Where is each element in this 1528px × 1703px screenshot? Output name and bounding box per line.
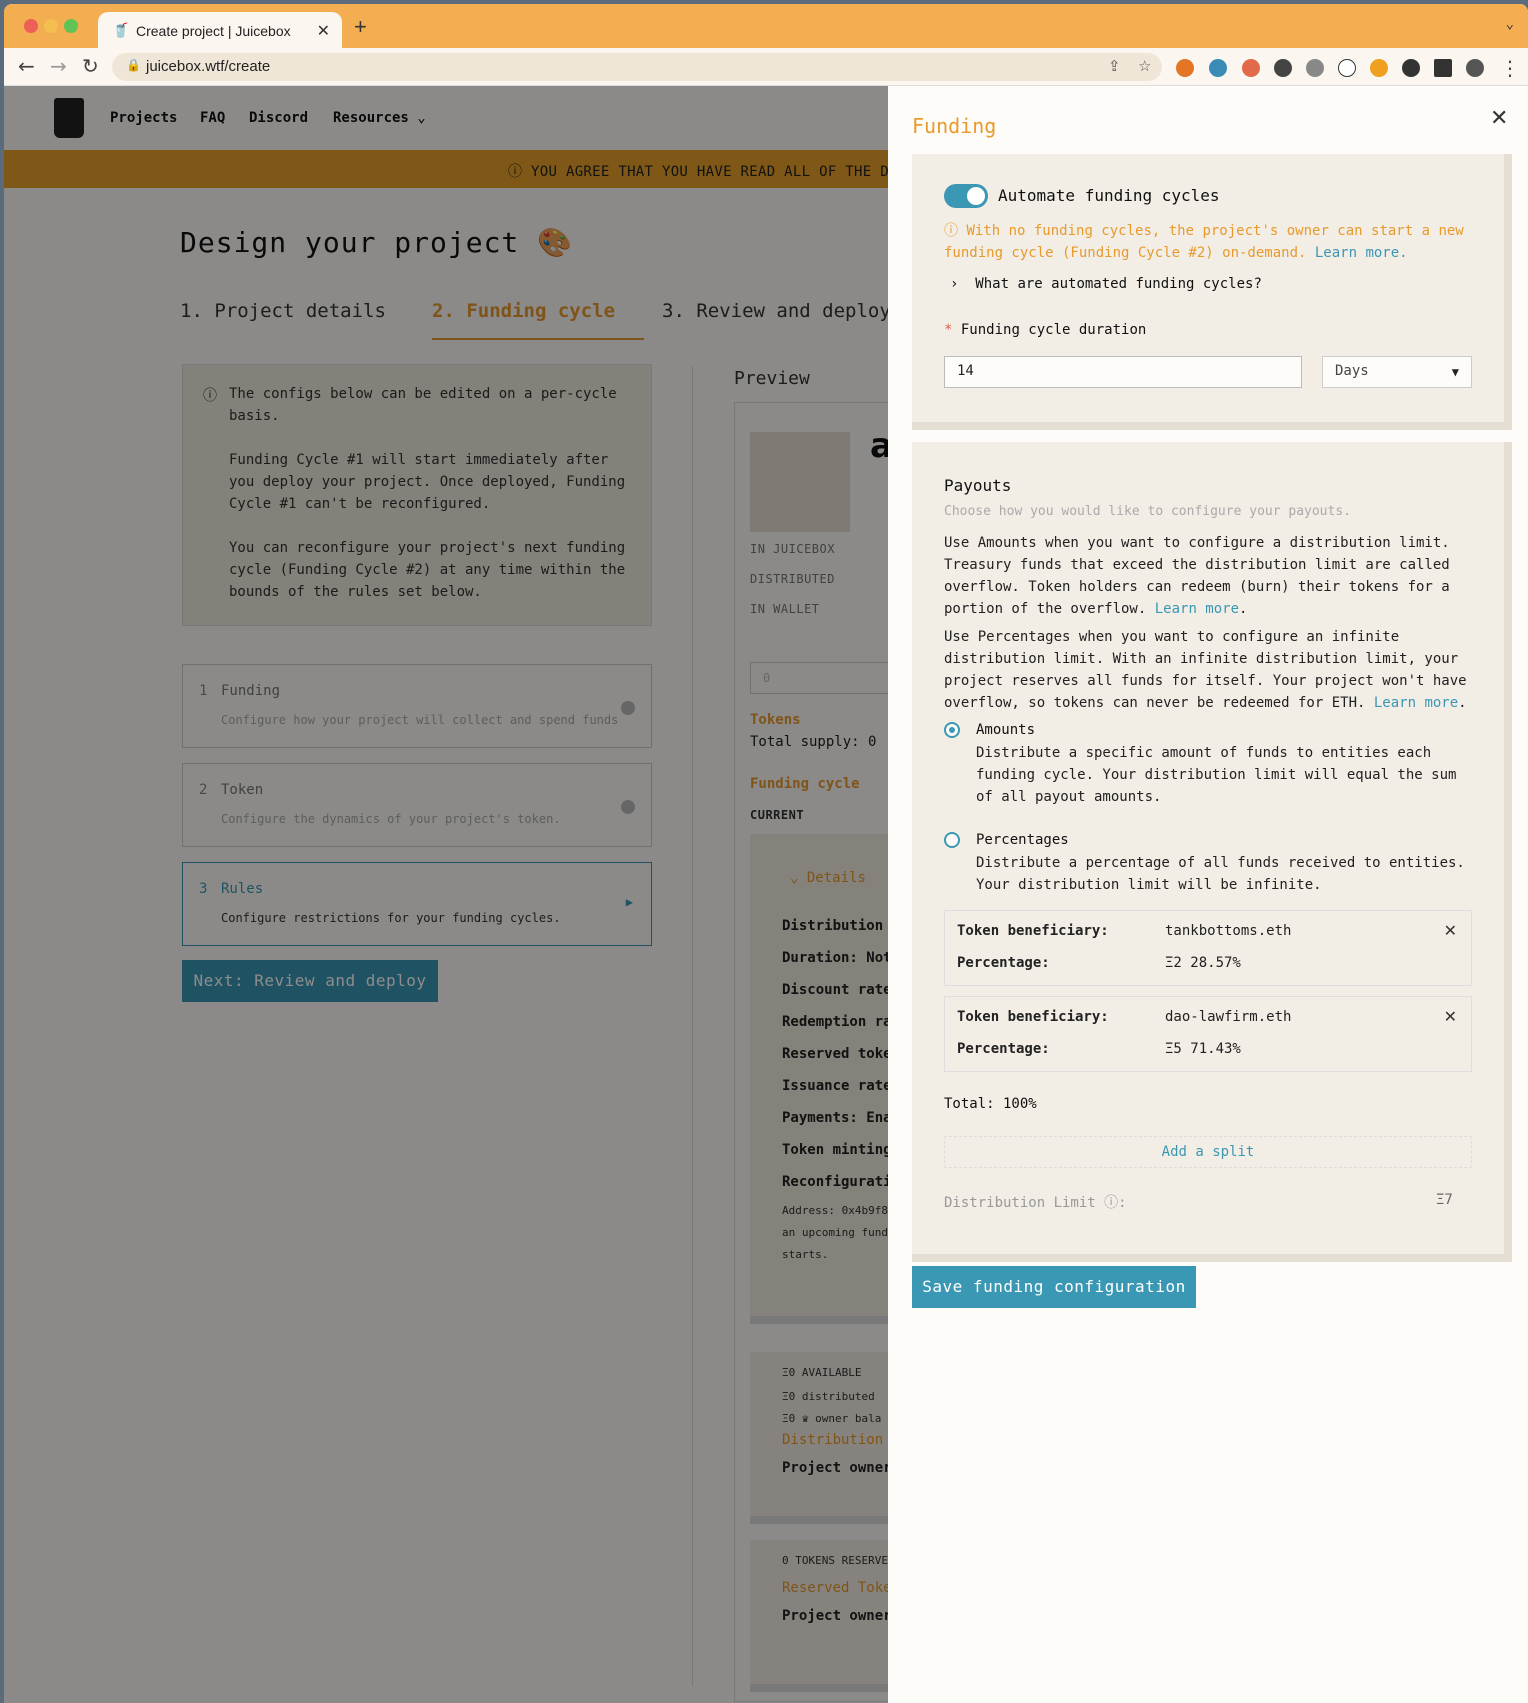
payouts-title: Payouts [944, 476, 1012, 495]
percentages-option-label: Percentages [976, 832, 1069, 848]
automate-panel: Automate funding cycles ⓘ With no fundin… [912, 154, 1512, 430]
split-item[interactable]: Token beneficiary: dao-lawfirm.eth Perce… [944, 996, 1472, 1072]
learn-more-link[interactable]: Learn more. [1315, 245, 1408, 261]
lock-icon: 🔒 [126, 58, 141, 72]
add-split-button[interactable]: Add a split [944, 1136, 1472, 1168]
splits-total: Total: 100% [944, 1096, 1037, 1112]
percentages-option-desc: Distribute a percentage of all funds rec… [976, 855, 1465, 893]
chevron-right-icon: › [950, 276, 959, 292]
percentage-label: Percentage: [957, 955, 1050, 971]
percentage-value: Ξ2 28.57% [1165, 955, 1241, 971]
amounts-option-label: Amounts [976, 722, 1036, 738]
funding-drawer: Funding ✕ Automate funding cycles ⓘ With… [888, 86, 1528, 1703]
puzzle-extensions-icon[interactable] [1402, 59, 1420, 77]
back-button[interactable]: ← [18, 54, 35, 78]
payouts-panel: Payouts Choose how you would like to con… [912, 442, 1512, 1262]
amounts-explainer: Use Amounts when you want to configure a… [944, 535, 1450, 617]
close-tab-icon[interactable]: ✕ [317, 21, 330, 41]
profile-avatar-icon[interactable] [1466, 59, 1484, 77]
automate-warning: ⓘ With no funding cycles, the project's … [944, 220, 1464, 264]
page: Projects FAQ Discord Resources ⌄ ⓘ YOU A… [4, 86, 1528, 1703]
duration-input[interactable]: 14 [944, 356, 1302, 388]
browser-menu-icon[interactable]: ⋮ [1500, 56, 1520, 80]
juicebox-favicon-icon: 🥤 [112, 22, 130, 38]
browser-window: 🥤 Create project | Juicebox ✕ + ⌄ ← → ↻ … [4, 4, 1528, 1703]
distribution-limit-label: Distribution Limit ⓘ: [944, 1195, 1127, 1211]
forward-button[interactable]: → [50, 54, 67, 78]
toggle-knob [967, 187, 985, 205]
new-tab-button[interactable]: + [354, 14, 367, 40]
extension-icon[interactable] [1209, 59, 1227, 77]
save-funding-button[interactable]: Save funding configuration [912, 1266, 1196, 1308]
duration-label-text: Funding cycle duration [960, 322, 1147, 338]
percentage-label: Percentage: [957, 1041, 1050, 1057]
browser-toolbar: ← → ↻ 🔒 juicebox.wtf/create ⇪ ☆ ⋮ [4, 48, 1528, 86]
learn-more-link[interactable]: Learn more [1374, 695, 1458, 711]
beneficiary-value: tankbottoms.eth [1165, 923, 1292, 939]
sync-extension-icon[interactable] [1274, 59, 1292, 77]
close-icon[interactable]: ✕ [1490, 106, 1508, 131]
percentages-radio[interactable] [944, 832, 960, 848]
split-item[interactable]: Token beneficiary: tankbottoms.eth Perce… [944, 910, 1472, 986]
minimize-window-button[interactable] [44, 19, 58, 33]
sidebar-icon[interactable] [1434, 59, 1452, 77]
metamask-extension-icon[interactable] [1176, 59, 1194, 77]
automate-toggle[interactable] [944, 184, 988, 208]
what-are-label: What are automated funding cycles? [975, 276, 1262, 292]
tab-bar: 🥤 Create project | Juicebox ✕ + ⌄ [4, 4, 1528, 48]
share-icon[interactable]: ⇪ [1108, 57, 1121, 75]
drawer-title: Funding [912, 114, 997, 138]
modal-backdrop[interactable] [4, 86, 888, 1703]
remove-split-icon[interactable]: ✕ [1444, 921, 1457, 940]
duration-unit-value: Days [1335, 363, 1369, 379]
tab-list-chevron-icon[interactable]: ⌄ [1506, 16, 1514, 32]
reload-button[interactable]: ↻ [82, 54, 99, 78]
duration-label: * Funding cycle duration [944, 322, 1146, 338]
beneficiary-value: dao-lawfirm.eth [1165, 1009, 1292, 1025]
extension-icon[interactable] [1242, 59, 1260, 77]
required-marker: * [944, 322, 953, 338]
browser-tab[interactable]: 🥤 Create project | Juicebox ✕ [98, 12, 342, 48]
amounts-radio[interactable] [944, 722, 960, 738]
amounts-option-desc: Distribute a specific amount of funds to… [976, 745, 1457, 805]
eyedropper-extension-icon[interactable] [1306, 59, 1324, 77]
remove-split-icon[interactable]: ✕ [1444, 1007, 1457, 1026]
percentage-value: Ξ5 71.43% [1165, 1041, 1241, 1057]
learn-more-link[interactable]: Learn more [1155, 601, 1239, 617]
maximize-window-button[interactable] [64, 19, 78, 33]
what-are-expander[interactable]: › What are automated funding cycles? [950, 276, 1262, 292]
extension-icon[interactable] [1370, 59, 1388, 77]
tab-title: Create project | Juicebox [136, 23, 291, 39]
distribution-limit-value: Ξ7 [1436, 1192, 1453, 1208]
question-icon: ⓘ [944, 223, 958, 239]
beneficiary-label: Token beneficiary: [957, 923, 1109, 939]
close-window-button[interactable] [24, 19, 38, 33]
url-text: juicebox.wtf/create [146, 58, 271, 75]
payouts-subtitle: Choose how you would like to configure y… [944, 504, 1351, 519]
beneficiary-label: Token beneficiary: [957, 1009, 1109, 1025]
function-extension-icon[interactable] [1338, 59, 1356, 77]
bookmark-star-icon[interactable]: ☆ [1138, 57, 1151, 75]
caret-down-icon: ▼ [1451, 365, 1459, 379]
percentages-explainer: Use Percentages when you want to configu… [944, 629, 1467, 711]
duration-unit-select[interactable]: Days ▼ [1322, 356, 1472, 388]
automate-label: Automate funding cycles [998, 186, 1220, 205]
address-bar[interactable]: 🔒 juicebox.wtf/create ⇪ ☆ [112, 53, 1162, 81]
